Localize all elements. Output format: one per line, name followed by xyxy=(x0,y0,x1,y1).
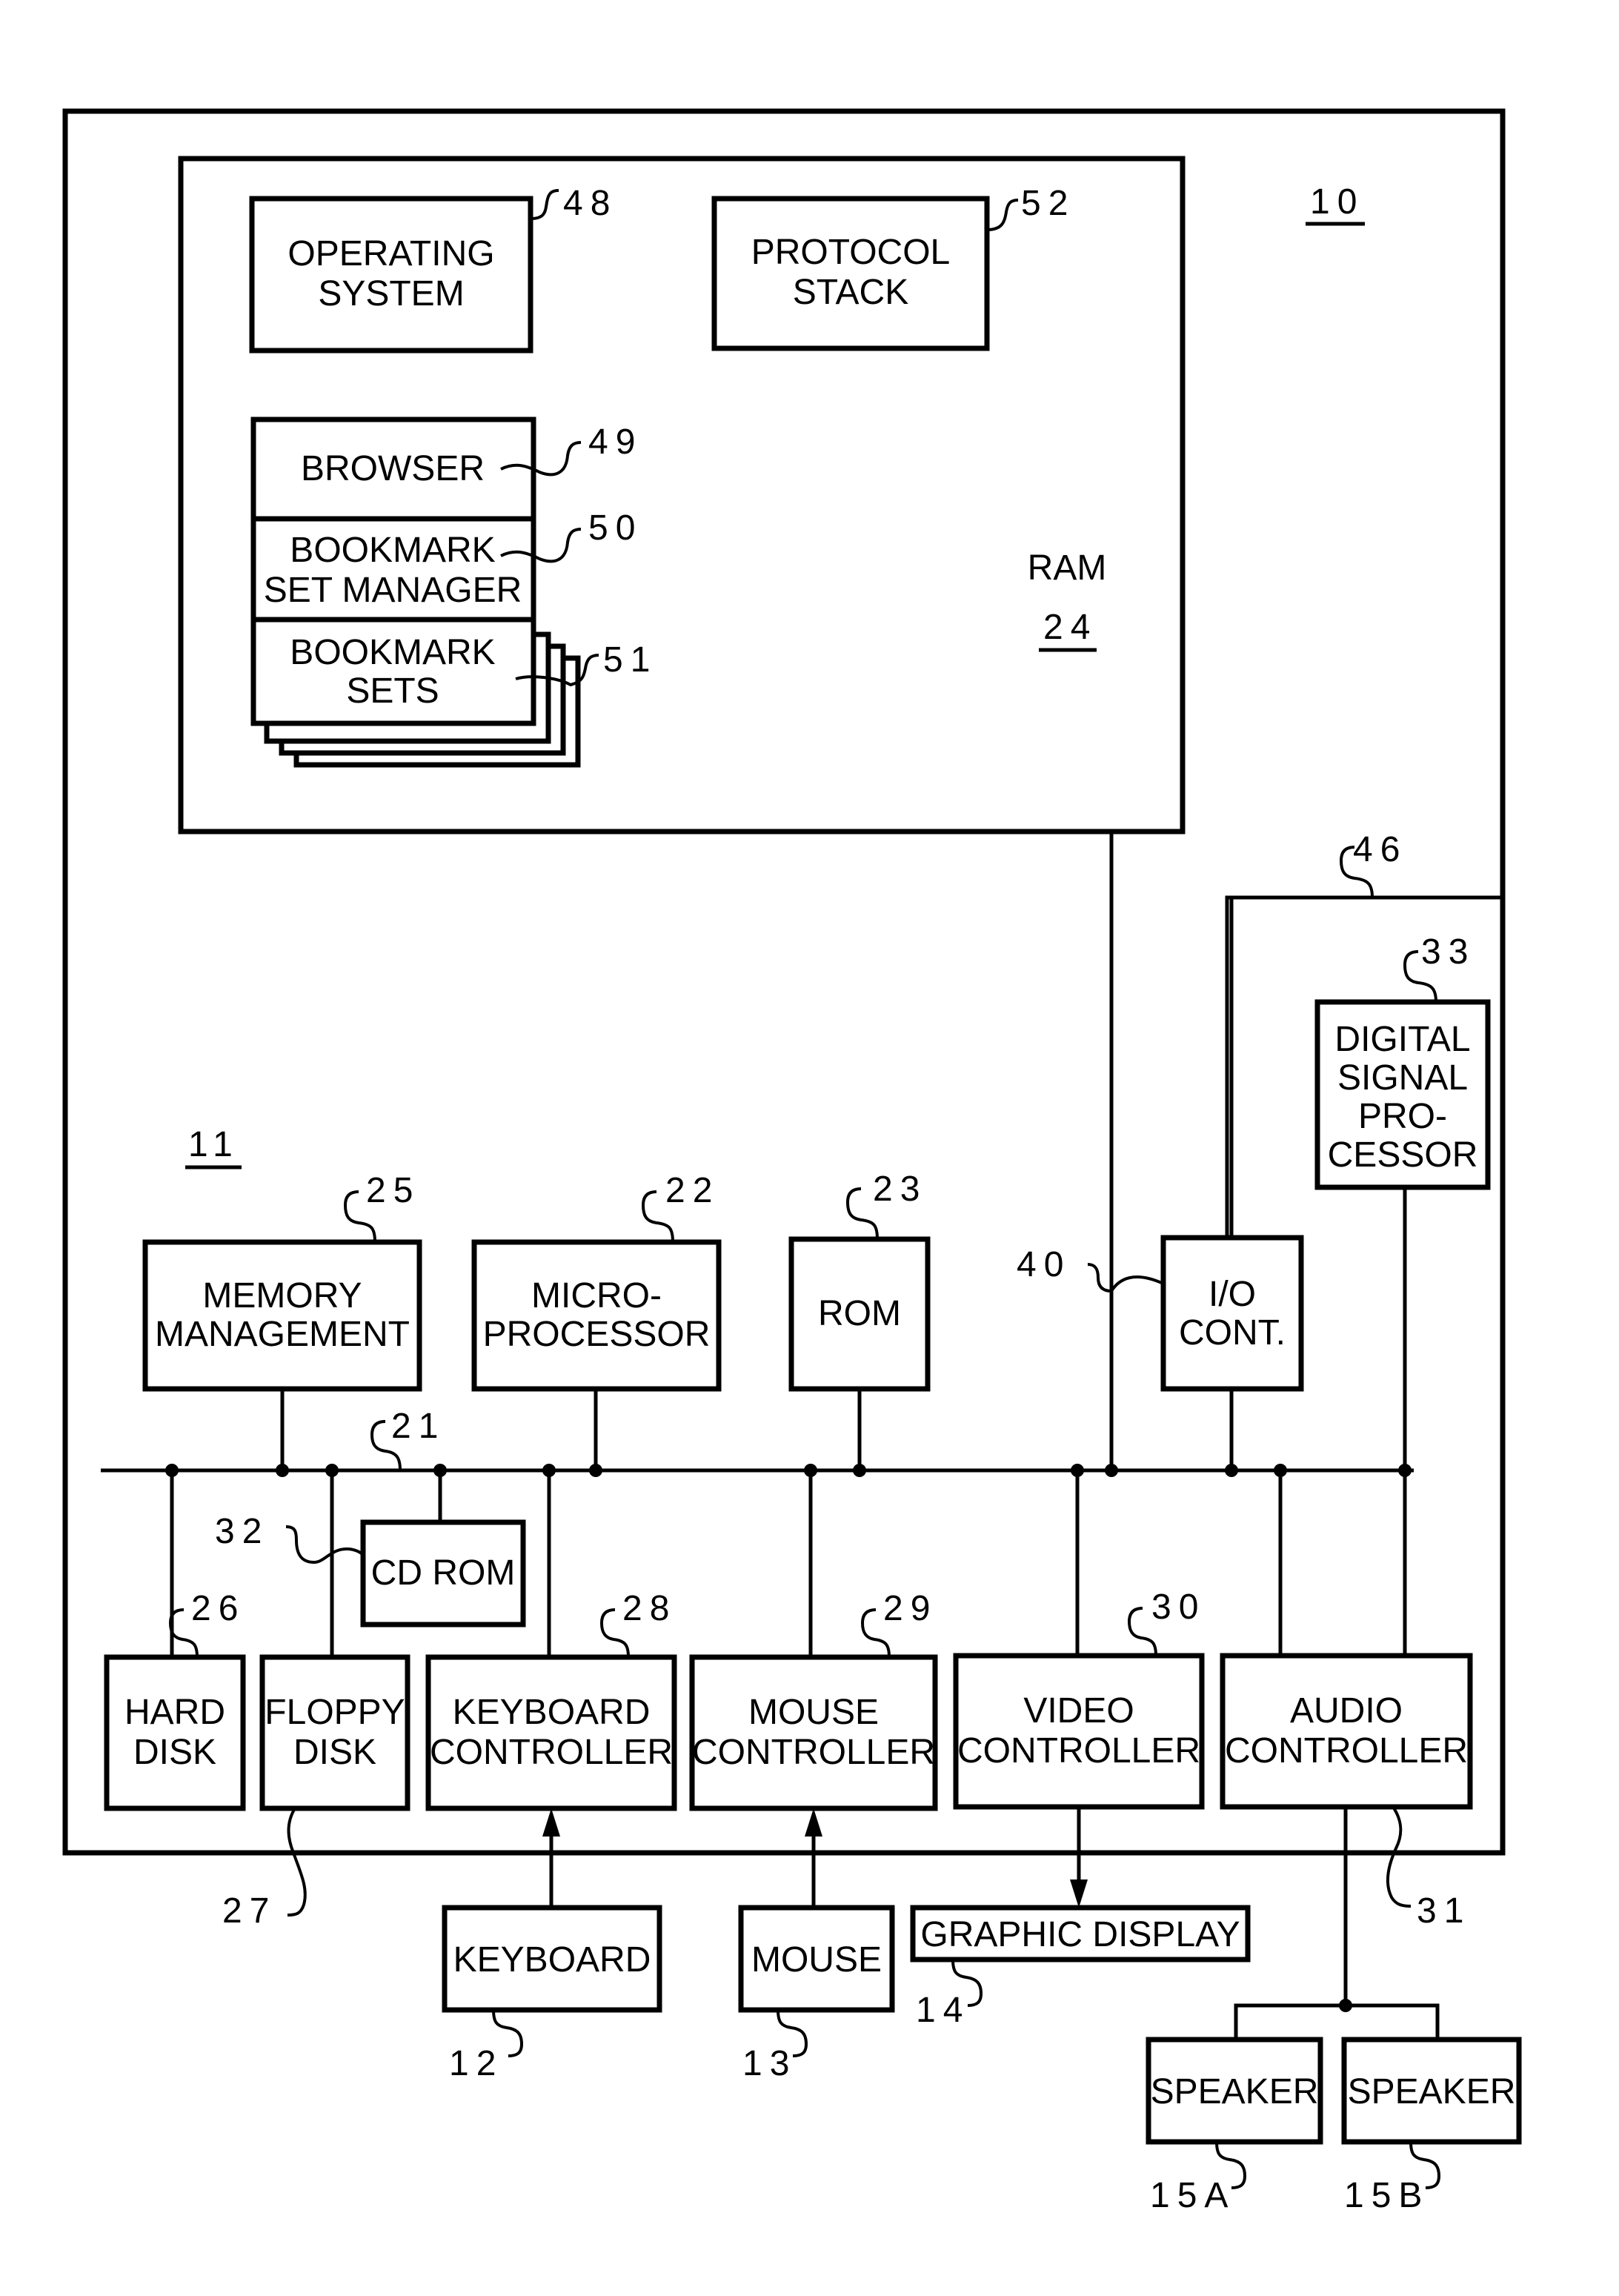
svg-text:25: 25 xyxy=(366,1171,420,1210)
graphic-display-block: GRAPHIC DISPLAY 14 xyxy=(910,1905,1251,2030)
svg-text:KEYBOARD: KEYBOARD xyxy=(453,1940,651,1980)
svg-text:PRO-: PRO- xyxy=(1358,1097,1447,1136)
svg-text:KEYBOARD: KEYBOARD xyxy=(453,1693,651,1732)
dsp-group-ref: 46 xyxy=(1353,830,1407,869)
svg-text:28: 28 xyxy=(622,1589,676,1628)
svg-text:49: 49 xyxy=(588,422,642,462)
svg-text:SPEAKER: SPEAKER xyxy=(1348,2072,1516,2111)
svg-text:29: 29 xyxy=(883,1589,937,1628)
svg-text:CONT.: CONT. xyxy=(1179,1313,1286,1353)
bus-ref: 21 xyxy=(391,1407,445,1446)
svg-text:CONTROLLER: CONTROLLER xyxy=(692,1733,935,1772)
svg-text:13: 13 xyxy=(742,2044,797,2083)
bookmark-set-manager-label-1: BOOKMARK xyxy=(290,531,495,570)
svg-text:CONTROLLER: CONTROLLER xyxy=(957,1731,1200,1771)
svg-text:22: 22 xyxy=(665,1171,719,1210)
svg-text:MICRO-: MICRO- xyxy=(531,1276,662,1315)
speaker-b-block: SPEAKER 15B xyxy=(1341,2037,1522,2215)
svg-text:PROCESSOR: PROCESSOR xyxy=(483,1315,711,1354)
svg-text:30: 30 xyxy=(1151,1587,1206,1627)
svg-text:ROM: ROM xyxy=(818,1294,901,1333)
svg-text:VIDEO: VIDEO xyxy=(1023,1691,1134,1731)
svg-text:26: 26 xyxy=(191,1589,245,1628)
svg-text:32: 32 xyxy=(215,1512,269,1551)
svg-text:STACK: STACK xyxy=(793,273,908,312)
svg-text:15B: 15B xyxy=(1344,2176,1429,2215)
svg-text:MOUSE: MOUSE xyxy=(748,1693,879,1732)
svg-text:33: 33 xyxy=(1421,932,1475,972)
bookmark-sets-label-2: SETS xyxy=(346,671,439,711)
svg-text:GRAPHIC DISPLAY: GRAPHIC DISPLAY xyxy=(920,1915,1240,1954)
svg-text:PROTOCOL: PROTOCOL xyxy=(751,233,951,272)
svg-text:31: 31 xyxy=(1417,1891,1471,1931)
svg-text:DIGITAL: DIGITAL xyxy=(1334,1020,1470,1059)
ram-label: RAM xyxy=(1028,548,1107,588)
svg-text:MANAGEMENT: MANAGEMENT xyxy=(155,1315,410,1354)
svg-text:40: 40 xyxy=(1017,1245,1071,1284)
svg-text:14: 14 xyxy=(916,1991,970,2030)
svg-text:CD ROM: CD ROM xyxy=(371,1553,516,1593)
bookmark-set-manager-label-2: SET MANAGER xyxy=(264,571,522,610)
svg-text:SPEAKER: SPEAKER xyxy=(1151,2072,1319,2111)
system-ref: 10 xyxy=(1310,182,1364,222)
svg-text:DISK: DISK xyxy=(293,1733,376,1772)
svg-text:27: 27 xyxy=(222,1891,276,1931)
svg-text:SIGNAL: SIGNAL xyxy=(1337,1058,1468,1098)
svg-text:FLOPPY: FLOPPY xyxy=(265,1693,405,1732)
svg-text:MOUSE: MOUSE xyxy=(751,1940,882,1980)
svg-text:OPERATING: OPERATING xyxy=(287,234,494,273)
svg-text:CESSOR: CESSOR xyxy=(1328,1135,1478,1175)
board-ref: 11 xyxy=(188,1125,240,1164)
svg-text:CONTROLLER: CONTROLLER xyxy=(430,1733,673,1772)
browser-label: BROWSER xyxy=(301,449,485,488)
svg-text:I/O: I/O xyxy=(1209,1275,1256,1314)
svg-text:50: 50 xyxy=(588,508,642,548)
ram-ref: 24 xyxy=(1043,608,1097,647)
block-diagram: 10 RAM 24 OPERATING SYSTEM 48 PROTOCOL S… xyxy=(62,108,1522,2215)
mouse-block: MOUSE 13 xyxy=(738,1905,895,2083)
svg-text:AUDIO: AUDIO xyxy=(1290,1691,1403,1731)
svg-text:DISK: DISK xyxy=(133,1733,216,1772)
bookmark-sets-label-1: BOOKMARK xyxy=(290,633,495,672)
svg-text:23: 23 xyxy=(873,1169,927,1209)
svg-text:15A: 15A xyxy=(1150,2176,1235,2215)
svg-text:52: 52 xyxy=(1021,184,1075,223)
keyboard-block: KEYBOARD 12 xyxy=(442,1905,662,2083)
svg-text:MEMORY: MEMORY xyxy=(202,1276,362,1315)
svg-text:12: 12 xyxy=(449,2044,503,2083)
svg-text:48: 48 xyxy=(563,184,617,223)
speaker-a-block: SPEAKER 15A xyxy=(1146,2037,1323,2215)
svg-text:CONTROLLER: CONTROLLER xyxy=(1225,1731,1468,1771)
svg-text:51: 51 xyxy=(603,640,657,680)
svg-text:SYSTEM: SYSTEM xyxy=(318,274,464,313)
svg-text:HARD: HARD xyxy=(124,1693,225,1732)
